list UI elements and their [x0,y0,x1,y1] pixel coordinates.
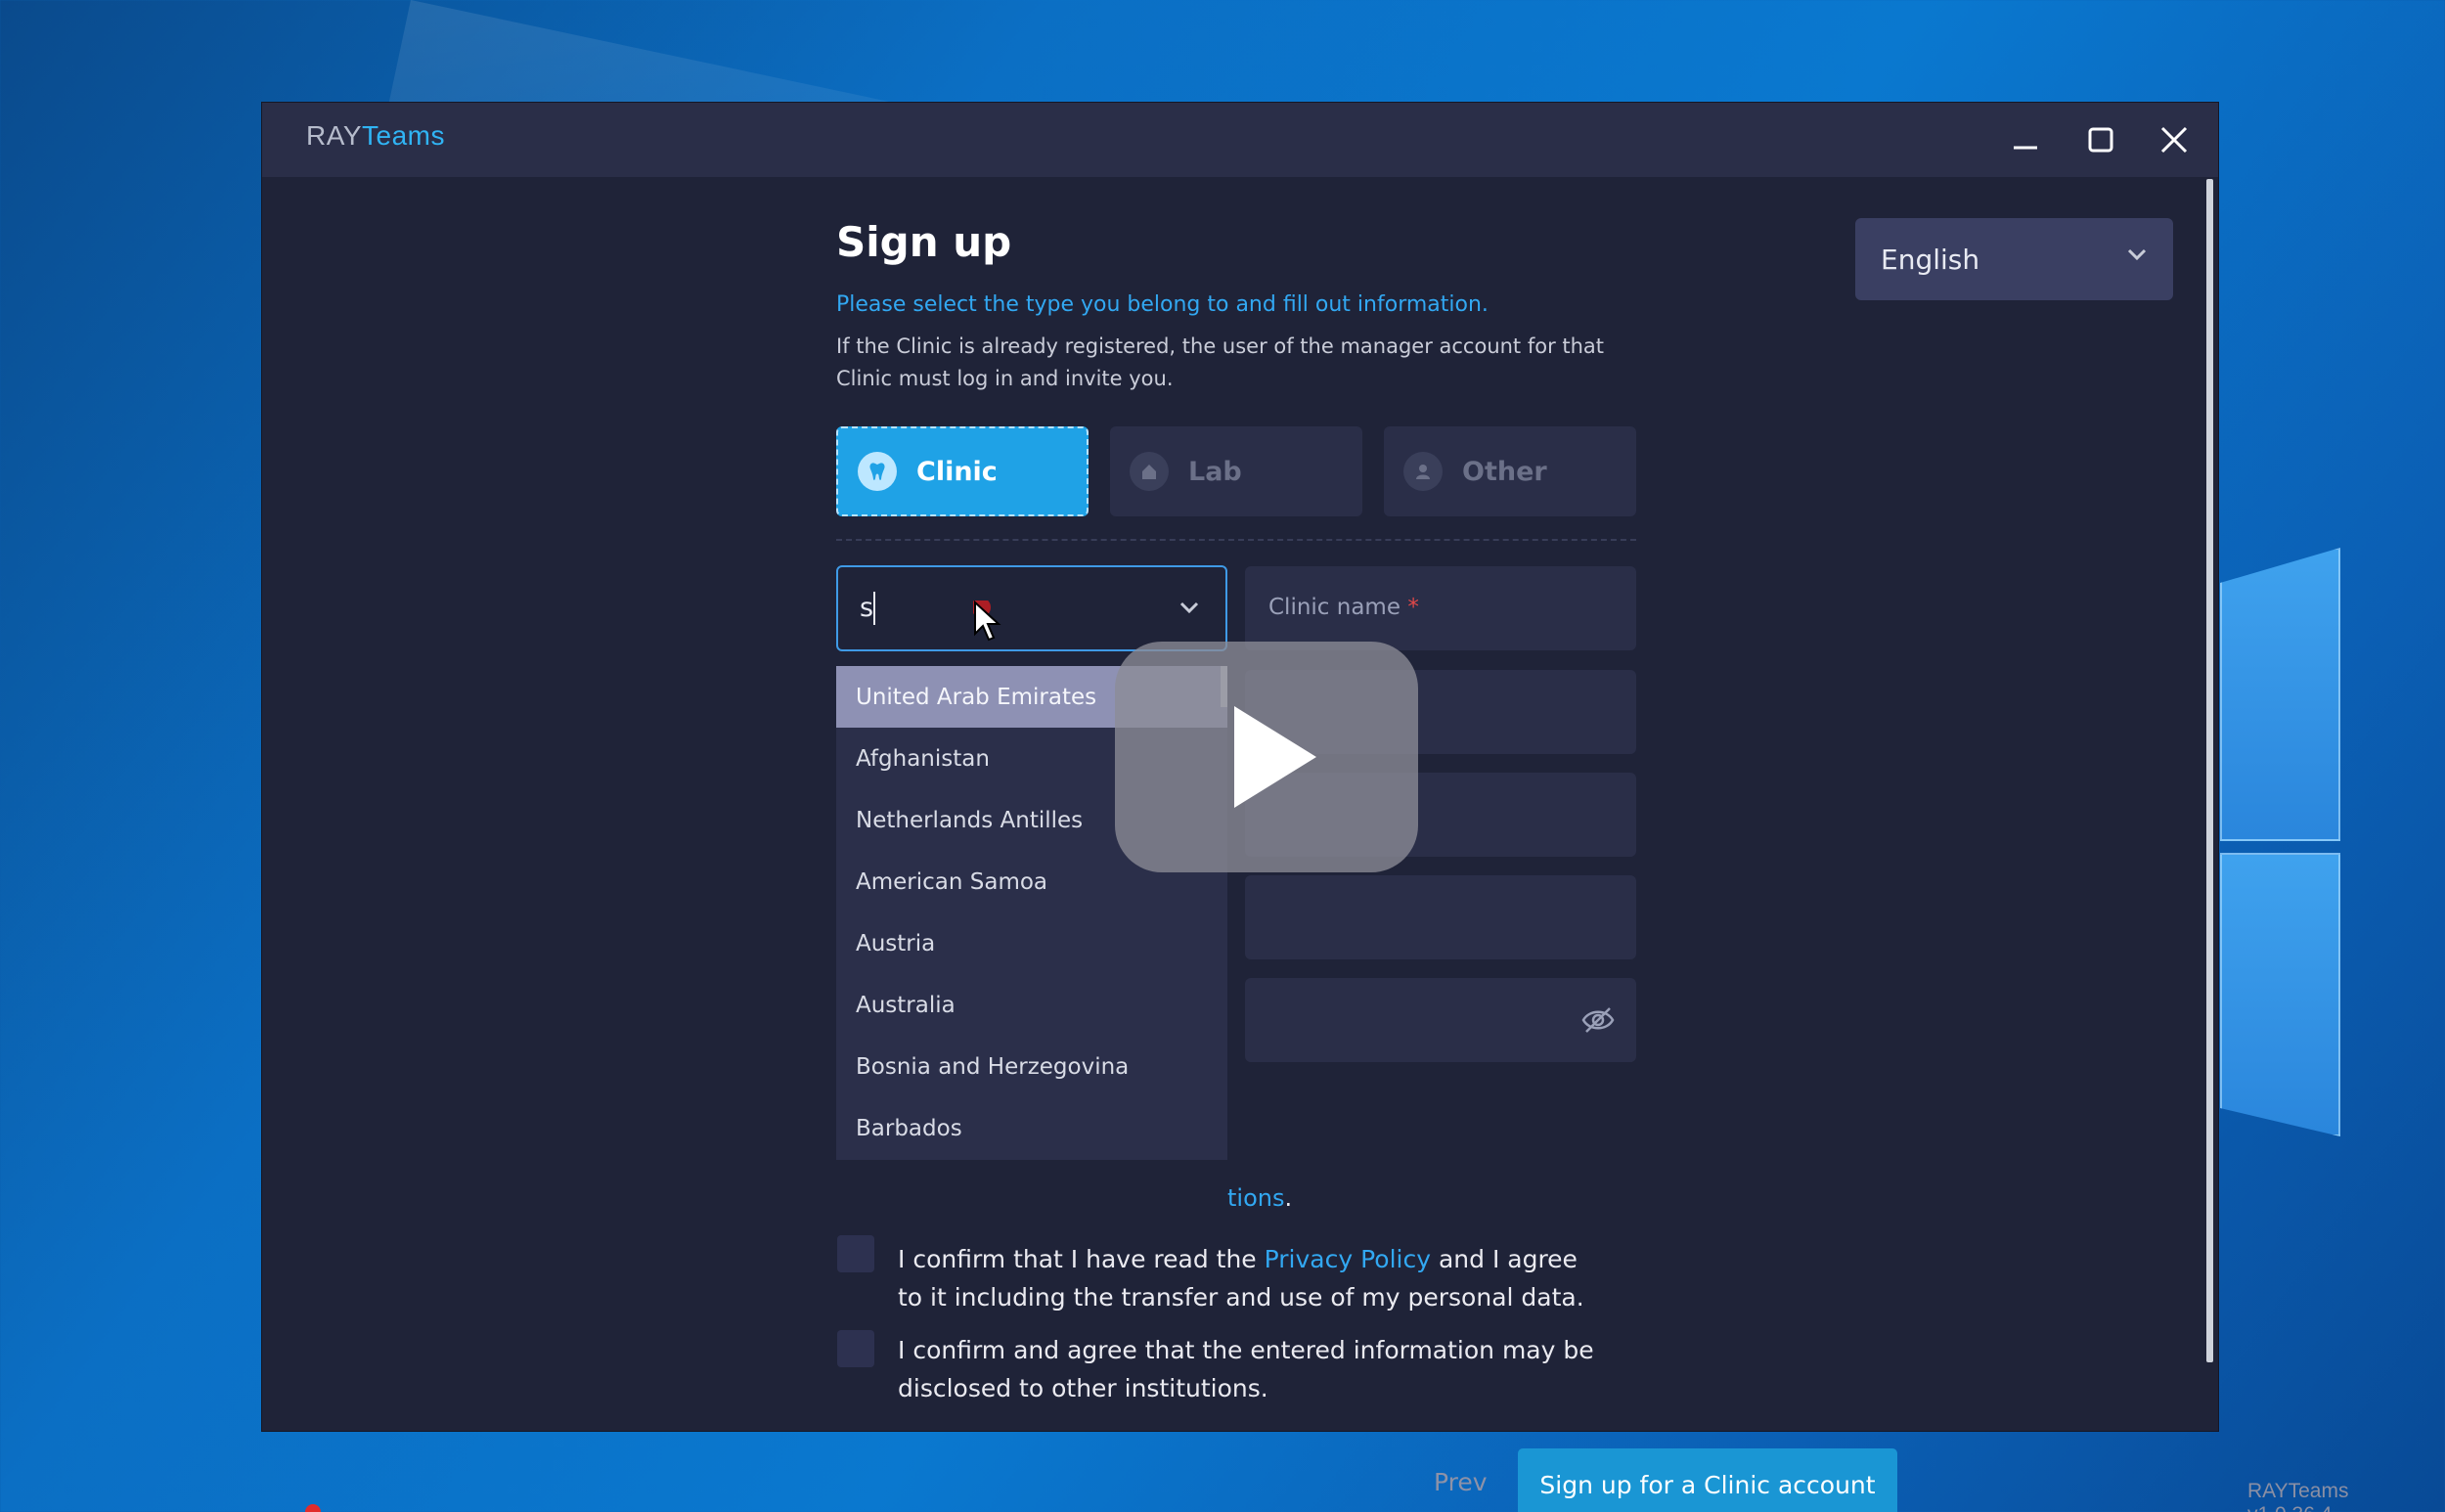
close-icon [2160,126,2188,154]
type-other-button[interactable]: Other [1384,426,1636,516]
taskbar-indicator [305,1504,321,1512]
minimize-button[interactable] [1996,112,2055,167]
play-icon [1234,706,1316,808]
required-mark: * [1407,595,1419,620]
country-input-value[interactable]: s [860,593,873,623]
country-option[interactable]: Barbados [836,1097,1227,1159]
privacy-checkbox[interactable] [837,1235,874,1272]
video-play-overlay[interactable] [1115,642,1418,872]
maximize-button[interactable] [2071,112,2130,167]
close-button[interactable] [2145,112,2203,167]
user-icon [1403,452,1443,491]
country-option[interactable]: Austria [836,912,1227,974]
type-clinic-button[interactable]: Clinic [836,426,1089,516]
type-other-label: Other [1462,456,1547,487]
country-combobox[interactable]: s [836,565,1227,651]
password-field[interactable] [1245,978,1636,1062]
disclose-checkbox[interactable] [837,1330,874,1367]
form-field-4[interactable] [1245,875,1636,959]
privacy-consent-text: I confirm that I have read the Privacy P… [898,1245,1584,1312]
app-brand: RAYTeams [306,120,445,151]
country-option[interactable]: Australia [836,974,1227,1036]
disclose-consent-text: I confirm and agree that the entered inf… [898,1336,1594,1402]
type-lab-button[interactable]: Lab [1110,426,1362,516]
chevron-down-icon [2127,248,2147,261]
prev-button[interactable]: Prev [1434,1468,1488,1496]
eye-off-icon[interactable] [1581,1005,1615,1035]
signup-submit-button[interactable]: Sign up for a Clinic account [1518,1448,1897,1512]
language-value: English [1881,243,1980,276]
clinic-name-field[interactable]: Clinic name * [1245,566,1636,650]
minimize-icon [2014,146,2037,150]
registration-note: If the Clinic is already registered, the… [836,334,1605,390]
lab-icon [1130,452,1169,491]
privacy-policy-link[interactable]: Privacy Policy [1265,1245,1431,1273]
type-lab-label: Lab [1188,456,1242,487]
type-clinic-label: Clinic [916,456,998,487]
chevron-down-icon [1179,601,1199,614]
page-subtitle: Please select the type you belong to and… [836,292,1489,317]
language-select[interactable]: English [1855,218,2173,300]
text-caret [873,592,875,625]
tooth-icon [858,452,897,491]
cursor-icon [973,600,1001,642]
country-option[interactable]: Bosnia and Herzegovina [836,1036,1227,1097]
window-scrollbar[interactable] [2206,179,2213,1362]
maximize-icon [2088,127,2113,153]
terms-link[interactable]: tions [1227,1184,1284,1212]
windows-logo [2220,528,2445,1136]
section-divider [836,539,1636,541]
clinic-name-placeholder: Clinic name [1268,595,1400,620]
title-bar: RAYTeams [262,103,2218,177]
terms-line: tions. [1227,1184,1293,1212]
app-version: RAYTeams v1.0.36.4 [2247,1480,2349,1512]
page-title: Sign up [836,218,1012,266]
